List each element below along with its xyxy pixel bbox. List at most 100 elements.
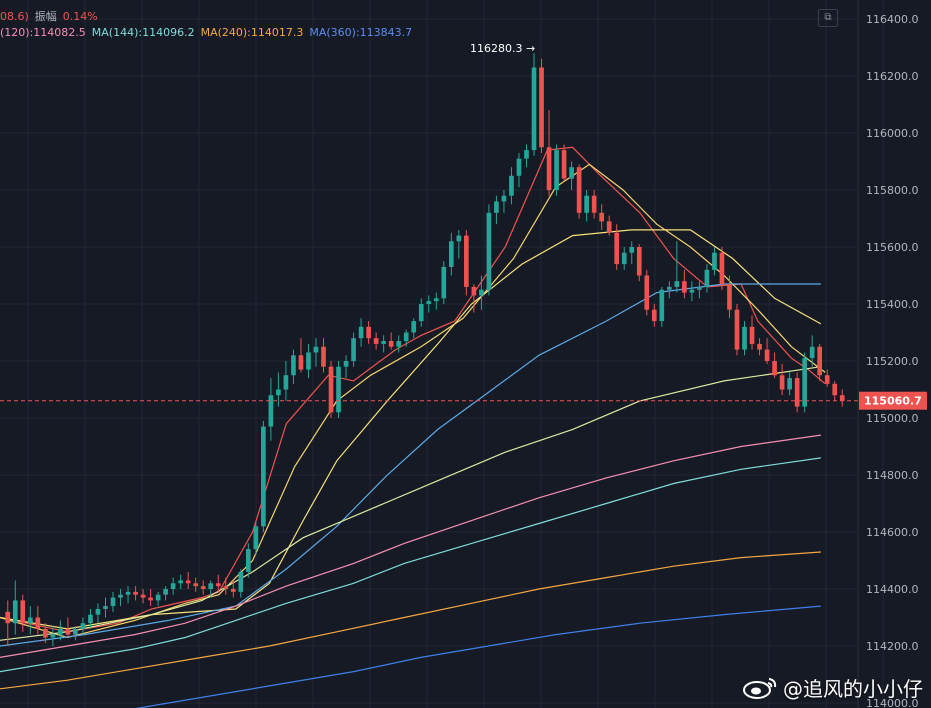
- candle-body: [426, 301, 432, 304]
- candle-body: [719, 252, 725, 285]
- candle-body: [306, 352, 311, 370]
- peak-annotation: 116280.3 →: [470, 42, 535, 55]
- candle-body: [418, 304, 424, 322]
- candle-body: [794, 378, 800, 407]
- candle-body: [245, 549, 251, 572]
- candle-body: [12, 600, 18, 624]
- candle-body: [358, 326, 364, 339]
- row2-item: MA(360):113843.7: [309, 26, 413, 39]
- candle-body: [268, 395, 274, 427]
- candle-body: [524, 150, 529, 159]
- candle-body: [704, 269, 710, 287]
- candle-body: [832, 383, 838, 396]
- candle-body: [817, 346, 823, 376]
- current-price-tag: 115060.7: [859, 391, 927, 410]
- candlestick-chart[interactable]: 116400.0 116200.0 116000.0 115800.0 115600.0…: [0, 0, 931, 708]
- row2-item: MA(240):114017.3: [200, 26, 304, 39]
- candle-body: [140, 594, 146, 598]
- candle-body: [20, 600, 26, 624]
- candle-body: [651, 309, 657, 322]
- candle-body: [448, 241, 454, 267]
- candle-body: [73, 628, 78, 635]
- candle-body: [659, 289, 665, 322]
- chart-background: [0, 0, 931, 708]
- candle-body: [464, 235, 469, 287]
- candle-body: [298, 355, 304, 370]
- candle-body: [591, 195, 597, 213]
- candle-body: [764, 349, 770, 361]
- candle-body: [95, 608, 101, 615]
- candle-body: [742, 326, 747, 350]
- candle-body: [163, 589, 168, 595]
- candle-body: [546, 147, 552, 190]
- candle-body: [396, 341, 402, 347]
- candle-body: [509, 175, 514, 196]
- y-tick-label: 114800.0: [866, 469, 919, 482]
- candle-body: [343, 361, 349, 367]
- candle-body: [58, 628, 63, 635]
- y-tick-label: 115400.0: [866, 298, 919, 311]
- candle-body: [291, 355, 296, 376]
- candle-body: [456, 235, 462, 242]
- candle-body: [65, 628, 71, 635]
- row2-item: MA(144):114096.2: [91, 26, 195, 39]
- candle-body: [531, 67, 537, 151]
- candle-body: [569, 167, 574, 179]
- candle-body: [674, 281, 680, 287]
- candle-body: [441, 266, 447, 299]
- candle-body: [824, 375, 830, 384]
- indicator-header-row2: (120):114082.5 MA(144):114096.2 MA(240):11…: [0, 26, 418, 39]
- expand-icon[interactable]: ⧉: [818, 9, 838, 27]
- candle-body: [125, 591, 131, 595]
- row1-item: 0.14%: [62, 10, 98, 23]
- candle-body: [599, 212, 605, 222]
- candle-body: [689, 289, 695, 293]
- candle-body: [636, 247, 642, 276]
- y-tick-label: 114600.0: [866, 526, 919, 539]
- candle-body: [606, 221, 612, 233]
- candle-body: [554, 150, 559, 190]
- candle-body: [621, 252, 627, 265]
- candle-body: [486, 212, 492, 290]
- candle-body: [170, 583, 176, 589]
- candle-body: [727, 284, 732, 310]
- candle-body: [584, 195, 589, 213]
- candle-body: [403, 332, 409, 342]
- candle-body: [88, 614, 93, 624]
- candle-body: [321, 346, 326, 367]
- candle-body: [471, 286, 477, 296]
- y-tick-label: 116400.0: [866, 13, 919, 26]
- y-tick-label: 115800.0: [866, 184, 919, 197]
- candle-body: [479, 289, 484, 296]
- candle-body: [118, 594, 123, 598]
- peak-label: 116280.3 →: [470, 42, 535, 55]
- candle-body: [682, 281, 687, 293]
- candle-body: [238, 571, 244, 592]
- candle-body: [388, 341, 394, 347]
- candle-body: [802, 358, 807, 407]
- candle-body: [772, 361, 777, 376]
- weibo-icon: [743, 677, 777, 699]
- candle-body: [283, 375, 289, 390]
- candle-body: [779, 375, 785, 390]
- candle-body: [276, 389, 281, 396]
- candle-body: [155, 594, 161, 601]
- candle-body: [35, 617, 41, 629]
- candle-body: [757, 343, 762, 350]
- candle-body: [185, 580, 191, 584]
- candle-body: [336, 366, 341, 413]
- candle-body: [494, 201, 499, 213]
- candle-body: [734, 309, 740, 350]
- y-tick-label: 114400.0: [866, 583, 919, 596]
- candle-body: [433, 298, 439, 302]
- candle-body: [373, 338, 379, 344]
- row2-item: (120):114082.5: [0, 26, 86, 39]
- candle-body: [200, 586, 206, 589]
- candle-body: [230, 589, 236, 592]
- candle-body: [208, 583, 214, 589]
- candle-body: [501, 195, 507, 202]
- candle-body: [539, 67, 544, 148]
- candle-body: [561, 150, 567, 179]
- candle-body: [178, 580, 184, 584]
- candle-body: [313, 346, 319, 353]
